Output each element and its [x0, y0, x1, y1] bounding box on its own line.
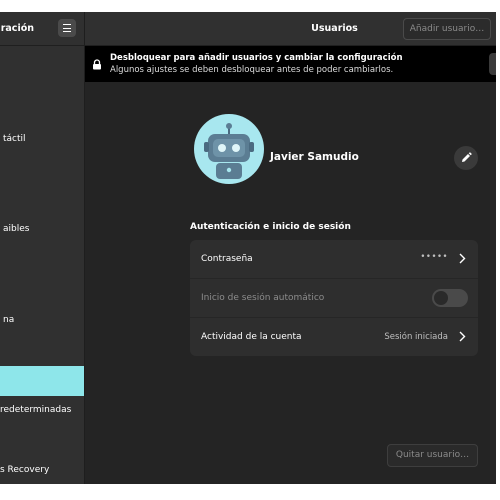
add-user-button[interactable]: Añadir usuario… — [403, 18, 491, 40]
password-row[interactable]: Contraseña ••••• — [190, 240, 478, 279]
sidebar-item-label: táctil — [3, 134, 26, 144]
robot-avatar-icon — [204, 123, 254, 179]
sidebar: uración táctil aibles na redeterminadas — [0, 12, 85, 484]
sidebar-item-default-apps[interactable]: redeterminadas — [0, 396, 84, 426]
switch-knob — [434, 291, 448, 305]
main-menu-button[interactable] — [58, 19, 76, 37]
sidebar-item-label: na — [3, 315, 15, 325]
autologin-label: Inicio de sesión automático — [201, 293, 325, 303]
sidebar-item-touchpad[interactable]: táctil — [0, 125, 84, 155]
sidebar-item-label: redeterminadas — [0, 405, 72, 415]
autologin-row: Inicio de sesión automático — [190, 279, 478, 318]
lock-icon — [93, 59, 101, 70]
chevron-right-icon — [459, 331, 466, 342]
unlock-button[interactable] — [489, 53, 496, 75]
account-activity-row[interactable]: Actividad de la cuenta Sesión iniciada — [190, 318, 478, 356]
sidebar-item-users[interactable] — [0, 366, 84, 396]
sidebar-item-recovery[interactable]: s Recovery — [0, 456, 84, 484]
remove-user-button[interactable]: Quitar usuario… — [387, 444, 478, 467]
password-value: ••••• — [420, 252, 448, 262]
unlock-subtitle: Algunos ajustes se deben desbloquear ant… — [110, 65, 394, 75]
section-title: Autenticación e inicio de sesión — [190, 222, 351, 232]
sidebar-item-label: s Recovery — [0, 465, 50, 475]
sidebar-item-removable-media[interactable]: aibles — [0, 215, 84, 245]
sidebar-header: uración — [0, 12, 84, 46]
pencil-icon — [462, 152, 472, 162]
sidebar-title: uración — [0, 23, 34, 34]
settings-window: uración táctil aibles na redeterminadas — [0, 12, 496, 484]
account-activity-label: Actividad de la cuenta — [201, 332, 302, 342]
chevron-right-icon — [459, 253, 466, 264]
sidebar-item-label: aibles — [3, 224, 30, 234]
autologin-switch[interactable] — [432, 289, 468, 307]
edit-name-button[interactable] — [454, 146, 478, 170]
password-label: Contraseña — [201, 254, 253, 264]
account-activity-value: Sesión iniciada — [384, 332, 448, 342]
avatar[interactable] — [194, 114, 264, 184]
sidebar-item-date-time[interactable]: na — [0, 306, 84, 336]
header-bar: Usuarios Añadir usuario… — [85, 12, 496, 46]
auth-card: Contraseña ••••• Inicio de sesión automá… — [190, 240, 478, 356]
unlock-bar[interactable]: Desbloquear para añadir usuarios y cambi… — [85, 46, 496, 82]
user-name[interactable]: Javier Samudio — [270, 151, 359, 163]
unlock-title: Desbloquear para añadir usuarios y cambi… — [110, 53, 403, 63]
